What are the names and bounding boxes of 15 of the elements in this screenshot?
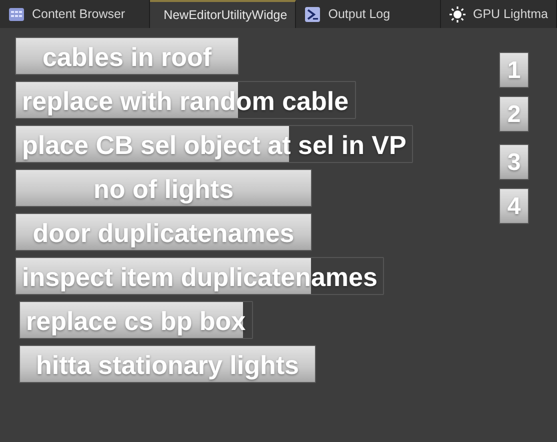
- action-button[interactable]: door duplicatenames: [15, 213, 312, 251]
- tab[interactable]: GPU Lightma: [440, 0, 557, 28]
- number-button[interactable]: 4: [499, 188, 529, 224]
- sun-icon: [448, 6, 466, 22]
- grid-icon: [8, 6, 25, 22]
- tab[interactable]: Content Browser: [0, 0, 150, 28]
- tab[interactable]: NewEditorUtilityWidge: [150, 0, 296, 28]
- tab[interactable]: Output Log: [296, 0, 441, 28]
- number-button[interactable]: 3: [499, 144, 529, 180]
- action-button[interactable]: hitta stationary lights: [19, 345, 316, 383]
- action-button[interactable]: cables in roof: [15, 37, 239, 75]
- action-button[interactable]: no of lights: [15, 169, 312, 207]
- number-button[interactable]: 1: [499, 52, 529, 88]
- number-button[interactable]: 2: [499, 96, 529, 132]
- terminal-icon: [304, 6, 322, 22]
